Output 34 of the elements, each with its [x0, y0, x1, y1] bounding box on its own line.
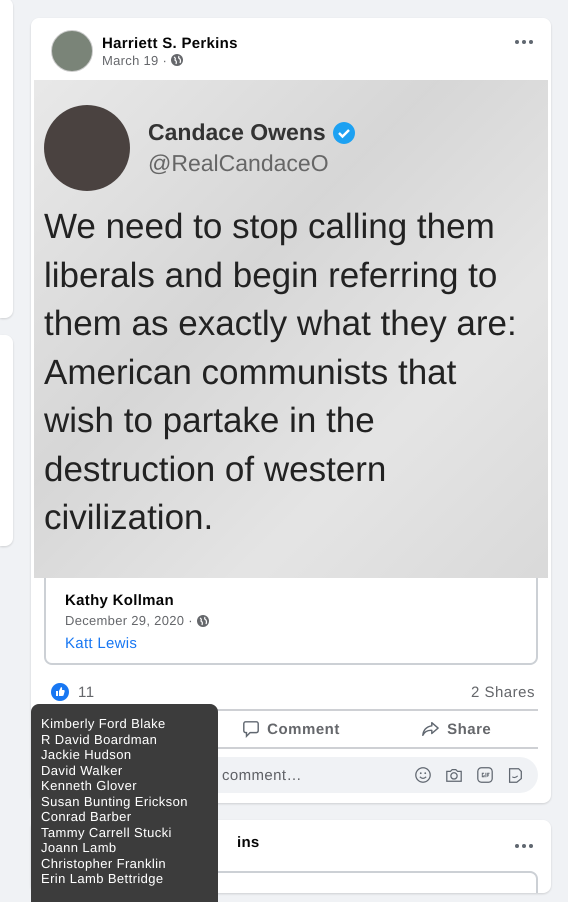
more-options-icon[interactable]	[515, 844, 533, 848]
globe-icon	[196, 614, 209, 626]
speech-bubble-icon	[242, 720, 260, 738]
reaction-count[interactable]: 11	[78, 684, 95, 700]
liker-name: Susan Bunting Erickson	[41, 794, 189, 809]
liker-name: Christopher Franklin	[41, 856, 168, 871]
tweet-text: We need to stop calling them liberals and begin referring to them as exactly what they are: American communists that wish to partake in the destruction of western civilization.	[44, 206, 518, 539]
share-button[interactable]: Share	[373, 715, 538, 743]
author-name[interactable]: Harriett S. Perkins	[102, 34, 506, 52]
like-reaction-icon[interactable]	[51, 683, 69, 701]
liker-name: Tammy Carrell Stucki	[41, 824, 173, 840]
camera-icon[interactable]	[444, 766, 464, 784]
tweet-author: Candace Owens	[148, 119, 326, 146]
liker-name: Kimberly Ford Blake	[41, 716, 167, 732]
gif-icon[interactable]	[476, 766, 494, 784]
share-arrow-icon	[420, 720, 440, 738]
liker-name: Joann Lamb	[41, 840, 118, 856]
avatar-photo[interactable]	[51, 30, 93, 72]
liker-name: Conrad Barber	[41, 809, 132, 824]
smiley-icon[interactable]	[414, 766, 432, 784]
shared-author[interactable]: Kathy Kollman	[65, 592, 517, 609]
shared-link[interactable]: Katt Lewis	[65, 635, 517, 652]
author-name[interactable]: ins	[237, 834, 506, 851]
share-count[interactable]: 2 Shares	[470, 684, 535, 700]
shared-date[interactable]: December 29, 2020 ·	[65, 613, 193, 628]
globe-icon	[171, 54, 184, 66]
comment-button[interactable]: Comment	[208, 715, 374, 743]
liker-name: Erin Lamb Bettridge	[41, 871, 164, 886]
more-options-icon[interactable]	[515, 40, 533, 44]
tweet-handle: @RealCandaceO	[148, 150, 330, 177]
liker-name: R David Boardman	[41, 732, 158, 747]
tweet-screenshot[interactable]	[34, 80, 548, 578]
sticker-icon[interactable]	[506, 766, 524, 784]
post-date[interactable]: March 19 ·	[102, 52, 168, 68]
